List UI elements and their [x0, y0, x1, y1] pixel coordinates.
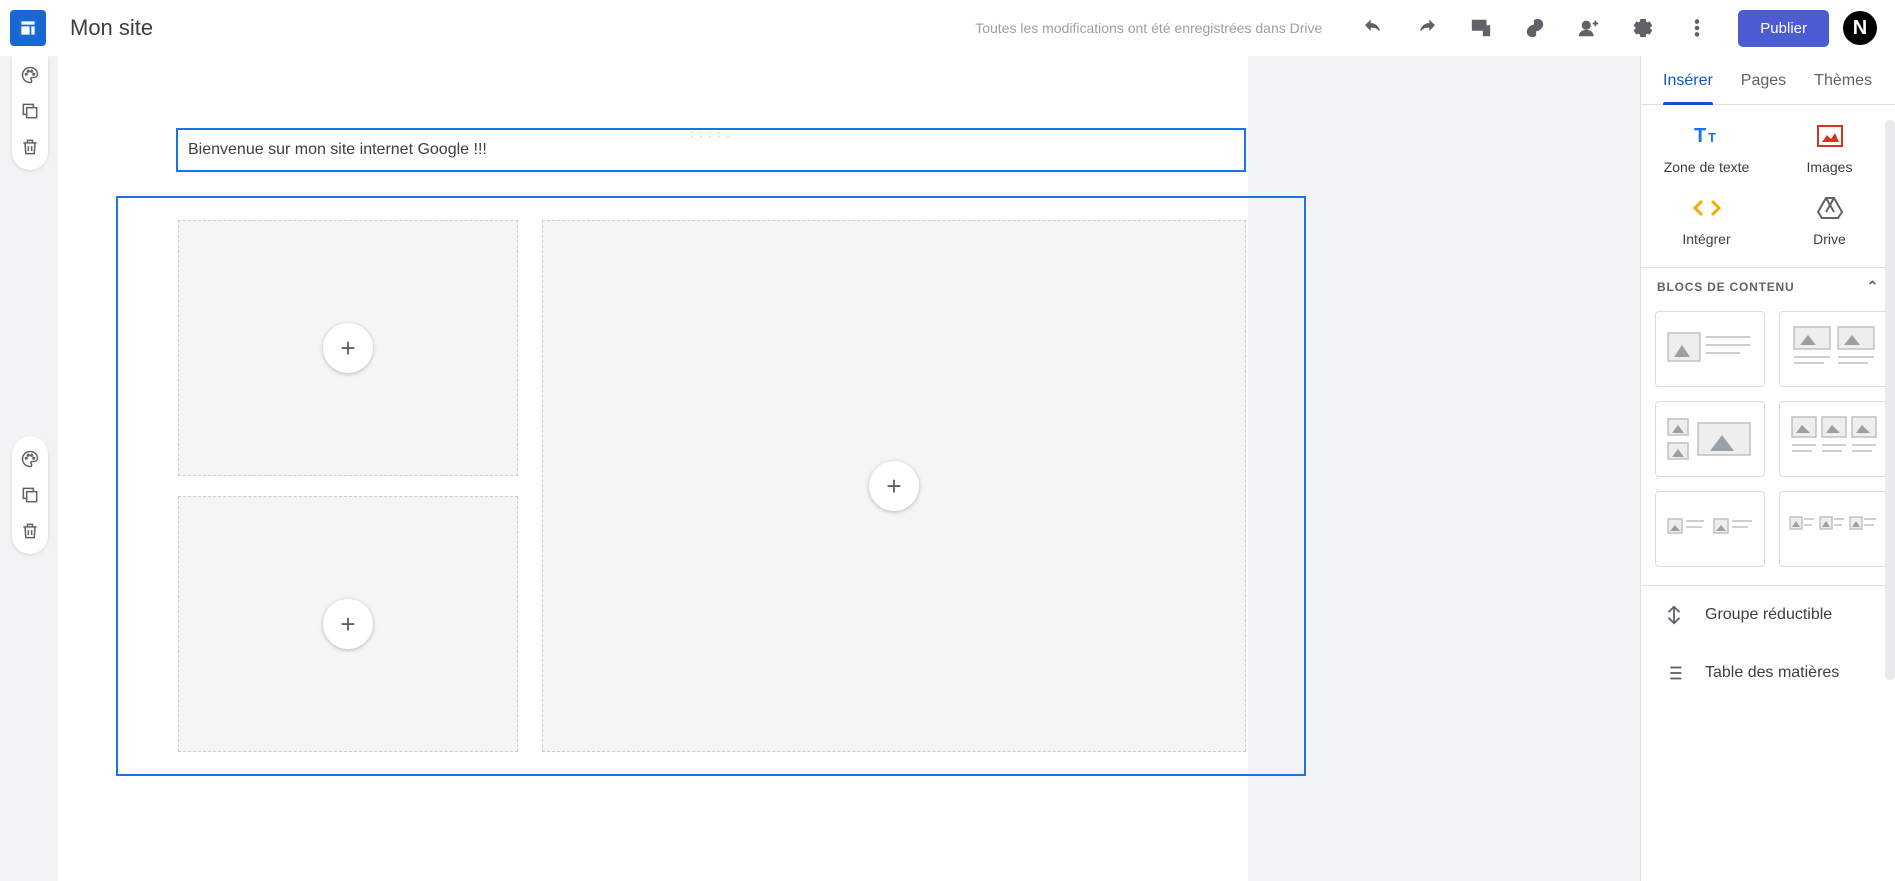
item-label: Table des matières	[1705, 664, 1839, 682]
item-toc[interactable]: Table des matières	[1641, 644, 1895, 702]
tab-themes[interactable]: Thèmes	[1800, 56, 1886, 104]
block-layout-5[interactable]	[1655, 491, 1765, 567]
insert-label: Intégrer	[1682, 231, 1730, 247]
insert-drive[interactable]: Drive	[1768, 187, 1891, 253]
toc-icon	[1663, 662, 1685, 684]
insert-text-box[interactable]: TT Zone de texte	[1645, 115, 1768, 181]
content-blocks-title: BLOCS DE CONTENU	[1657, 280, 1794, 294]
delete-icon[interactable]	[19, 520, 41, 542]
block-layout-6[interactable]	[1779, 491, 1889, 567]
block-toolbar-top	[12, 56, 48, 170]
site-title[interactable]: Mon site	[70, 15, 153, 41]
drive-icon	[1817, 193, 1843, 223]
insert-label: Images	[1807, 159, 1853, 175]
block-layout-4[interactable]	[1779, 401, 1889, 477]
account-avatar[interactable]: N	[1843, 11, 1877, 45]
drag-handle-icon[interactable]: : : : : :	[691, 129, 732, 139]
page-canvas[interactable]: : : : : : Bienvenue sur mon site interne…	[58, 56, 1248, 881]
canvas-area: ⋮⋮ : : : : : Bienvenue sur mon site inte…	[0, 56, 1640, 881]
redo-icon[interactable]	[1415, 16, 1439, 40]
app-header: Mon site Toutes les modifications ont ét…	[0, 0, 1895, 56]
placeholder-right[interactable]: +	[542, 220, 1246, 752]
text-block-selected[interactable]: : : : : : Bienvenue sur mon site interne…	[176, 128, 1246, 172]
share-icon[interactable]	[1577, 16, 1601, 40]
scrollbar[interactable]	[1885, 120, 1895, 680]
palette-icon[interactable]	[19, 448, 41, 470]
collapsible-icon	[1663, 604, 1685, 626]
block-layout-1[interactable]	[1655, 311, 1765, 387]
panel-tabs: Insérer Pages Thèmes	[1641, 56, 1895, 105]
insert-extra-items: Groupe réductible Table des matières	[1641, 585, 1895, 702]
save-status: Toutes les modifications ont été enregis…	[975, 20, 1322, 36]
delete-icon[interactable]	[19, 136, 41, 158]
palette-icon[interactable]	[19, 64, 41, 86]
svg-text:T: T	[1708, 130, 1716, 145]
add-button[interactable]: +	[869, 461, 919, 511]
content-blocks-header[interactable]: BLOCS DE CONTENU ⌃	[1641, 267, 1895, 303]
svg-text:T: T	[1694, 125, 1706, 147]
undo-icon[interactable]	[1361, 16, 1385, 40]
preview-icon[interactable]	[1469, 16, 1493, 40]
main-area: ⋮⋮ : : : : : Bienvenue sur mon site inte…	[0, 56, 1895, 881]
layout-section-selected[interactable]: + + +	[116, 196, 1306, 776]
tab-insert[interactable]: Insérer	[1649, 56, 1727, 104]
block-layout-3[interactable]	[1655, 401, 1765, 477]
text-box-icon: TT	[1692, 121, 1722, 151]
insert-grid: TT Zone de texte Images Intégrer	[1641, 105, 1895, 267]
duplicate-icon[interactable]	[19, 484, 41, 506]
right-panel: Insérer Pages Thèmes TT Zone de texte Im…	[1640, 56, 1895, 881]
block-layout-2[interactable]	[1779, 311, 1889, 387]
insert-images[interactable]: Images	[1768, 115, 1891, 181]
insert-label: Drive	[1813, 231, 1846, 247]
embed-icon	[1692, 193, 1722, 223]
publish-button[interactable]: Publier	[1738, 10, 1829, 47]
more-icon[interactable]	[1685, 16, 1709, 40]
insert-label: Zone de texte	[1664, 159, 1750, 175]
duplicate-icon[interactable]	[19, 100, 41, 122]
placeholder-bottom-left[interactable]: +	[178, 496, 518, 752]
add-button[interactable]: +	[323, 599, 373, 649]
tab-pages[interactable]: Pages	[1727, 56, 1800, 104]
add-button[interactable]: +	[323, 323, 373, 373]
item-collapsible-group[interactable]: Groupe réductible	[1641, 586, 1895, 644]
content-blocks-grid	[1641, 303, 1895, 585]
block-toolbar-section	[12, 436, 48, 554]
image-icon	[1817, 121, 1843, 151]
placeholder-top-left[interactable]: +	[178, 220, 518, 476]
chevron-up-icon: ⌃	[1866, 278, 1879, 295]
insert-embed[interactable]: Intégrer	[1645, 187, 1768, 253]
item-label: Groupe réductible	[1705, 606, 1832, 624]
link-icon[interactable]	[1523, 16, 1547, 40]
sites-logo[interactable]	[10, 10, 46, 46]
settings-icon[interactable]	[1631, 16, 1655, 40]
text-block-content[interactable]: Bienvenue sur mon site internet Google !…	[188, 141, 487, 159]
